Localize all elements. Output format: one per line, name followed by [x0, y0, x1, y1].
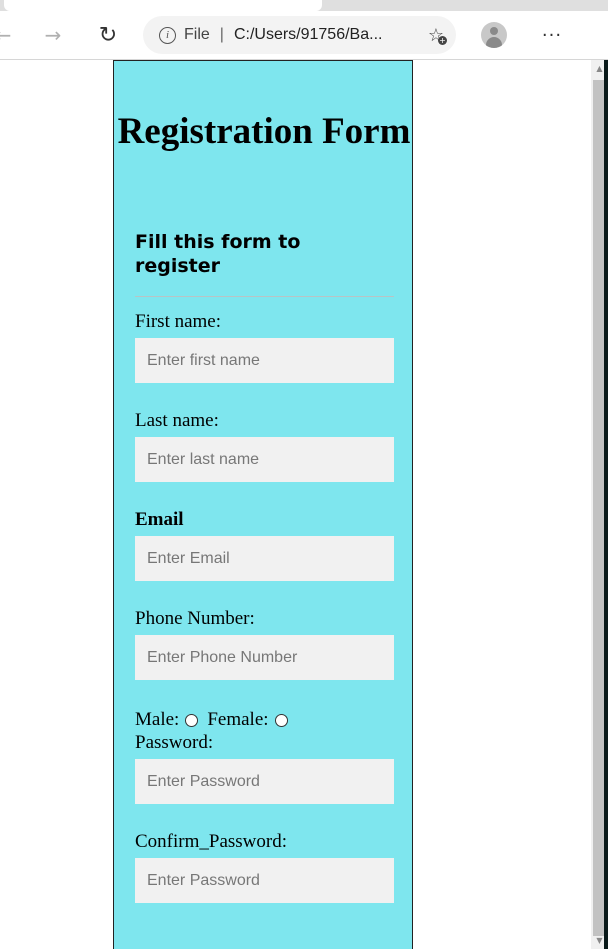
back-button[interactable]: ← [0, 11, 20, 59]
plus-icon: + [438, 36, 447, 45]
female-radio[interactable] [274, 713, 288, 727]
phone-label: Phone Number: [135, 608, 255, 629]
male-label: Male: [135, 709, 180, 730]
info-icon[interactable]: i [159, 26, 176, 44]
active-tab[interactable] [4, 0, 322, 11]
tab-strip [0, 0, 608, 11]
email-label: Email [135, 509, 184, 530]
add-favorite-button[interactable]: ☆ + [424, 24, 448, 46]
female-label: Female: [207, 709, 269, 730]
first-name-label: First name: [135, 311, 222, 332]
male-radio[interactable] [185, 713, 199, 727]
first-name-input[interactable] [135, 338, 394, 383]
confirm-password-label: Confirm_Password: [135, 831, 287, 852]
profile-button[interactable] [479, 20, 509, 50]
password-label: Password: [135, 732, 214, 753]
confirm-password-input[interactable] [135, 858, 394, 903]
last-name-input[interactable] [135, 437, 394, 482]
email-input[interactable] [135, 536, 394, 581]
form-title: Registration Form [117, 111, 411, 152]
gender-row: Male: Female: [135, 709, 297, 731]
reload-icon: ↻ [98, 22, 118, 48]
forward-button[interactable]: → [36, 11, 70, 59]
form-divider [135, 296, 394, 297]
avatar-icon [481, 22, 507, 48]
page-viewport: Registration Form Fill this form to regi… [0, 60, 591, 949]
address-url[interactable]: C:/Users/91756/Ba... [234, 26, 383, 44]
arrow-right-icon: → [44, 23, 62, 47]
password-input[interactable] [135, 759, 394, 804]
background-window-edge [604, 60, 608, 949]
address-separator: | [219, 26, 224, 43]
reload-button[interactable]: ↻ [91, 11, 125, 59]
address-bar[interactable]: i File | C:/Users/91756/Ba... ☆ + [143, 16, 456, 54]
registration-form: Registration Form Fill this form to regi… [113, 60, 413, 949]
browser-toolbar: ← → ↻ i File | C:/Users/91756/Ba... ☆ + … [0, 11, 608, 60]
phone-input[interactable] [135, 635, 394, 680]
form-subtitle: Fill this form to register [135, 231, 301, 277]
last-name-label: Last name: [135, 410, 219, 431]
arrow-left-icon: ← [0, 23, 12, 47]
address-scheme: File [184, 26, 210, 43]
more-menu-button[interactable]: ··· [537, 20, 567, 50]
